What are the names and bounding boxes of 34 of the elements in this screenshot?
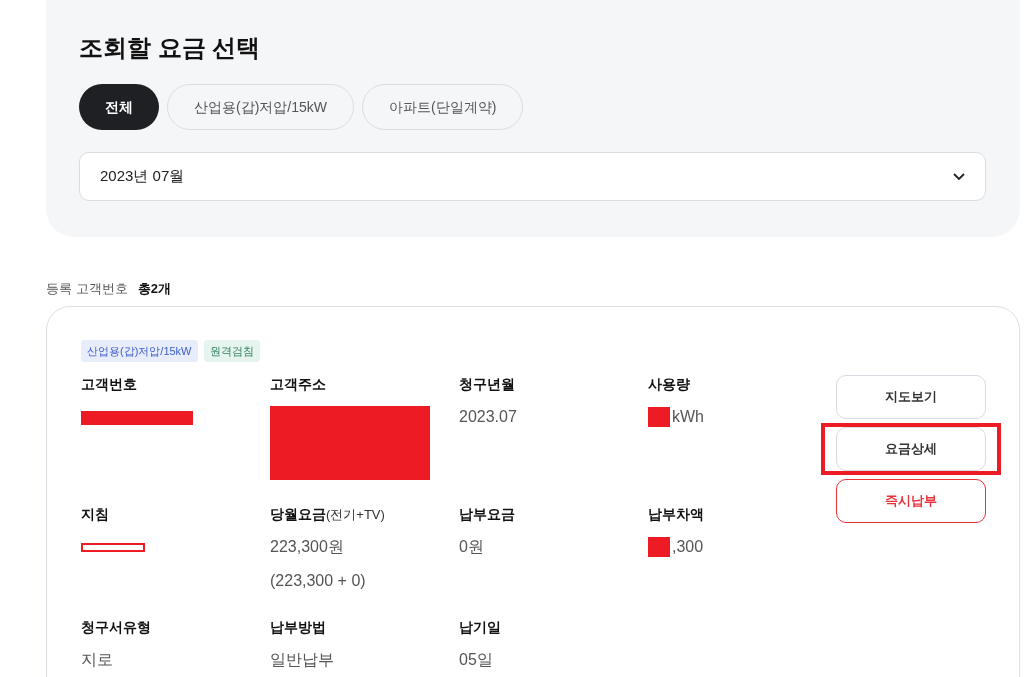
action-button[interactable]: 즉시납부 (836, 479, 986, 523)
field-label: 고객주소 (270, 375, 326, 394)
chevron-down-icon (953, 172, 965, 181)
field-label: 납기일 (459, 618, 501, 637)
field-value: 05일 (459, 650, 493, 670)
rate-tag: 원격검침 (203, 339, 260, 362)
action-button[interactable]: 요금상세 (836, 427, 986, 471)
filter-tab[interactable]: 아파트(단일계약) (362, 84, 524, 130)
filter-tab[interactable]: 산업용(갑)저압/15kW (167, 84, 354, 130)
filter-tab[interactable]: 전체 (79, 84, 159, 130)
field-value: 지로 (81, 650, 113, 670)
panel-title: 조회할 요금 선택 (79, 33, 262, 63)
field-value: ,300 (672, 537, 704, 557)
field-value: 0원 (459, 537, 484, 557)
field-label-note: (전기+TV) (326, 506, 385, 524)
list-count: 총2개 (137, 280, 171, 298)
rate-tag: 산업용(갑)저압/15kW (81, 339, 198, 362)
field-label: 청구서유형 (81, 618, 151, 637)
action-button[interactable]: 지도보기 (836, 375, 986, 419)
field-label: 고객번호 (81, 375, 137, 394)
field-label: 납부방법 (270, 618, 326, 637)
field-label: 지침 (81, 505, 109, 524)
field-value: 223,300원 (270, 537, 344, 557)
field-label: 납부차액 (648, 505, 704, 524)
field-label: 납부요금 (459, 505, 515, 524)
month-dropdown[interactable]: 2023년 07월 (79, 152, 986, 201)
field-value: 2023.07 (459, 407, 517, 427)
field-label: 당월요금 (270, 505, 326, 524)
field-label: 사용량 (648, 375, 690, 394)
list-label: 등록 고객번호 (46, 280, 128, 298)
field-value: kWh (672, 407, 704, 427)
field-label: 청구년월 (459, 375, 515, 394)
field-value: 일반납부 (270, 650, 334, 670)
field-value-detail: (223,300 + 0) (270, 571, 367, 591)
